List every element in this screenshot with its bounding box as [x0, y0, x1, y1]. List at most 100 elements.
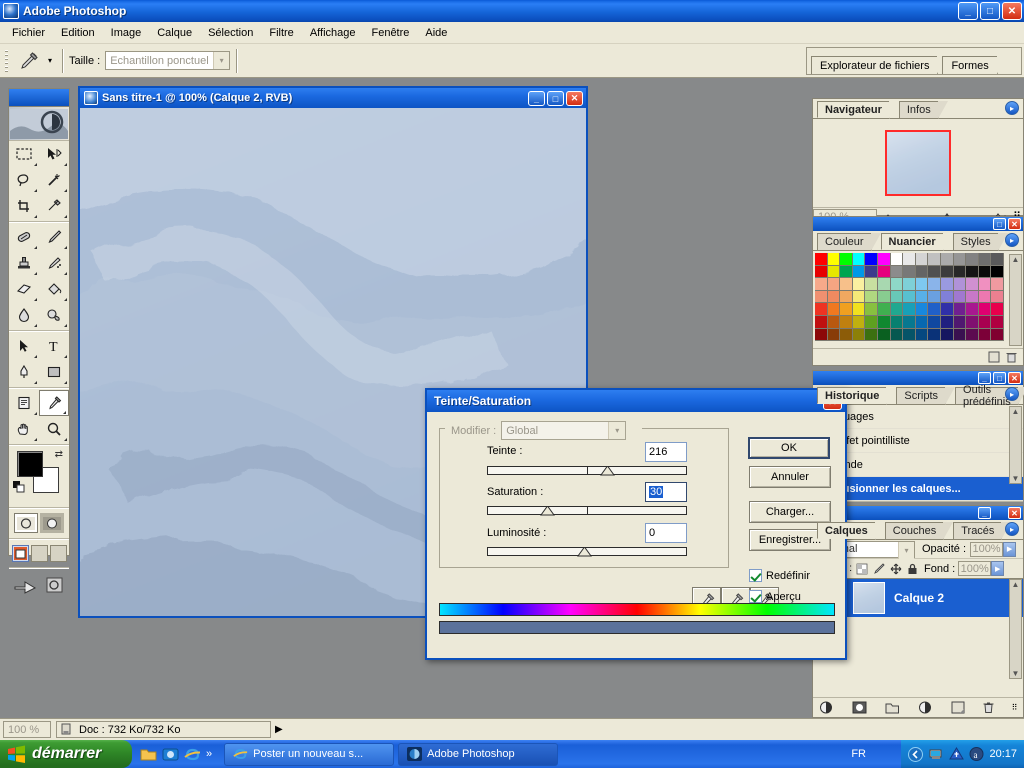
- swatch-cell[interactable]: [840, 278, 853, 291]
- swatch-cell[interactable]: [865, 315, 878, 329]
- swatch-cell[interactable]: [852, 265, 866, 279]
- slice-tool[interactable]: [39, 193, 69, 219]
- tab-traces[interactable]: Tracés: [953, 522, 1012, 540]
- swatch-cell[interactable]: [827, 303, 841, 316]
- jump-arrow-icon[interactable]: [13, 575, 39, 595]
- pen-tool[interactable]: [9, 359, 39, 385]
- history-minimize-button[interactable]: _: [978, 372, 991, 384]
- swatch-cell[interactable]: [840, 315, 853, 329]
- colorize-checkbox[interactable]: [749, 569, 762, 582]
- chevron-down-icon[interactable]: ▾: [608, 422, 626, 439]
- swatch-cell[interactable]: [903, 253, 916, 266]
- swatch-cell[interactable]: [915, 315, 929, 329]
- options-bar-grip[interactable]: [4, 47, 10, 74]
- move-tool[interactable]: [39, 141, 69, 167]
- tab-scripts[interactable]: Scripts: [896, 387, 955, 405]
- swatch-cell[interactable]: [852, 253, 866, 266]
- swatch-cell[interactable]: [815, 253, 828, 266]
- tab-infos[interactable]: Infos: [898, 101, 948, 119]
- swatches-scrollbar[interactable]: ▲: [1009, 254, 1022, 346]
- foreground-color-swatch[interactable]: [17, 451, 43, 477]
- swatch-cell[interactable]: [991, 315, 1004, 329]
- document-maximize-button[interactable]: □: [547, 91, 564, 106]
- swatch-cell[interactable]: [815, 315, 828, 329]
- network-icon[interactable]: [928, 747, 944, 761]
- quick-mask-mode-icon[interactable]: [40, 513, 64, 533]
- fullscreen-menubar-mode-icon[interactable]: [30, 544, 48, 562]
- swatch-cell[interactable]: [815, 328, 828, 342]
- swatch-cell[interactable]: [815, 265, 828, 279]
- document-titlebar[interactable]: Sans titre-1 @ 100% (Calque 2, RVB) _ □ …: [80, 88, 586, 108]
- tab-navigateur[interactable]: Navigateur: [817, 101, 899, 119]
- history-panel-menu-icon[interactable]: ▸: [1005, 387, 1019, 401]
- swatch-cell[interactable]: [877, 290, 891, 304]
- swatch-cell[interactable]: [890, 290, 904, 304]
- media-icon[interactable]: [162, 747, 179, 762]
- swatches-titlebar[interactable]: □ ✕: [813, 217, 1023, 231]
- swatch-cell[interactable]: [890, 278, 904, 291]
- swatch-cell[interactable]: [903, 290, 916, 304]
- app-minimize-button[interactable]: _: [958, 2, 978, 20]
- swatch-cell[interactable]: [827, 328, 841, 342]
- swatch-cell[interactable]: [940, 278, 954, 291]
- preview-checkbox-row[interactable]: Aperçu: [749, 590, 801, 603]
- swatch-cell[interactable]: [966, 253, 979, 266]
- document-minimize-button[interactable]: _: [528, 91, 545, 106]
- palette-tab-file-browser[interactable]: Explorateur de fichiers: [811, 56, 947, 74]
- swatch-cell[interactable]: [865, 278, 878, 291]
- swatch-cell[interactable]: [991, 328, 1004, 342]
- lightness-input[interactable]: 0: [645, 523, 687, 543]
- swatch-cell[interactable]: [953, 290, 967, 304]
- fill-spinner[interactable]: ▶: [991, 561, 1005, 576]
- new-group-icon[interactable]: [885, 701, 900, 714]
- folder-icon[interactable]: [140, 747, 157, 762]
- type-tool[interactable]: T: [39, 333, 69, 359]
- swatch-cell[interactable]: [953, 303, 967, 316]
- adjustment-layer-icon[interactable]: [918, 701, 933, 714]
- menu-filtre[interactable]: Filtre: [261, 24, 301, 42]
- swatch-cell[interactable]: [852, 328, 866, 342]
- toolbox-titlebar[interactable]: [9, 89, 69, 107]
- start-button[interactable]: démarrer: [0, 740, 132, 768]
- standard-screen-mode-icon[interactable]: [11, 544, 29, 562]
- menu-fichier[interactable]: Fichier: [4, 24, 53, 42]
- paint-bucket-tool[interactable]: [39, 276, 69, 302]
- swatch-cell[interactable]: [877, 278, 891, 291]
- swatch-cell[interactable]: [966, 290, 979, 304]
- swatch-cell[interactable]: [827, 265, 841, 279]
- navigator-preview[interactable]: [813, 119, 1023, 207]
- swatch-cell[interactable]: [928, 303, 941, 316]
- layers-close-button[interactable]: ✕: [1008, 507, 1021, 519]
- swatch-cell[interactable]: [840, 328, 853, 342]
- swatch-cell[interactable]: [940, 253, 954, 266]
- layer-style-icon[interactable]: [819, 701, 834, 714]
- hand-tool[interactable]: [9, 416, 39, 442]
- sample-size-combo[interactable]: Echantillon ponctuel ▾: [105, 51, 231, 70]
- layer-thumbnail[interactable]: [853, 582, 885, 614]
- swatch-cell[interactable]: [827, 290, 841, 304]
- swatch-cell[interactable]: [840, 303, 853, 316]
- swatch-cell[interactable]: [953, 328, 967, 342]
- chevron-down-icon[interactable]: ▾: [898, 541, 914, 559]
- load-button[interactable]: Charger...: [749, 501, 831, 523]
- history-brush-tool[interactable]: [39, 250, 69, 276]
- ok-button[interactable]: OK: [748, 437, 830, 459]
- fullscreen-mode-icon[interactable]: [49, 544, 67, 562]
- swatch-cell[interactable]: [890, 265, 904, 279]
- swatch-cell[interactable]: [966, 278, 979, 291]
- swatch-cell[interactable]: [928, 328, 941, 342]
- app-maximize-button[interactable]: □: [980, 2, 1000, 20]
- swatch-cell[interactable]: [978, 265, 992, 279]
- cancel-button[interactable]: Annuler: [749, 466, 831, 488]
- swatch-cell[interactable]: [928, 290, 941, 304]
- tab-calques[interactable]: Calques: [817, 522, 885, 540]
- swatch-cell[interactable]: [940, 290, 954, 304]
- swatch-cell[interactable]: [903, 328, 916, 342]
- taskbar-task-browser[interactable]: Poster un nouveau s...: [224, 742, 395, 766]
- default-colors-icon[interactable]: [13, 481, 25, 493]
- swatch-cell[interactable]: [953, 253, 967, 266]
- dodge-tool[interactable]: [39, 302, 69, 328]
- swatch-cell[interactable]: [865, 290, 878, 304]
- path-selection-tool[interactable]: [9, 333, 39, 359]
- swatches-panel-menu-icon[interactable]: ▸: [1005, 233, 1019, 247]
